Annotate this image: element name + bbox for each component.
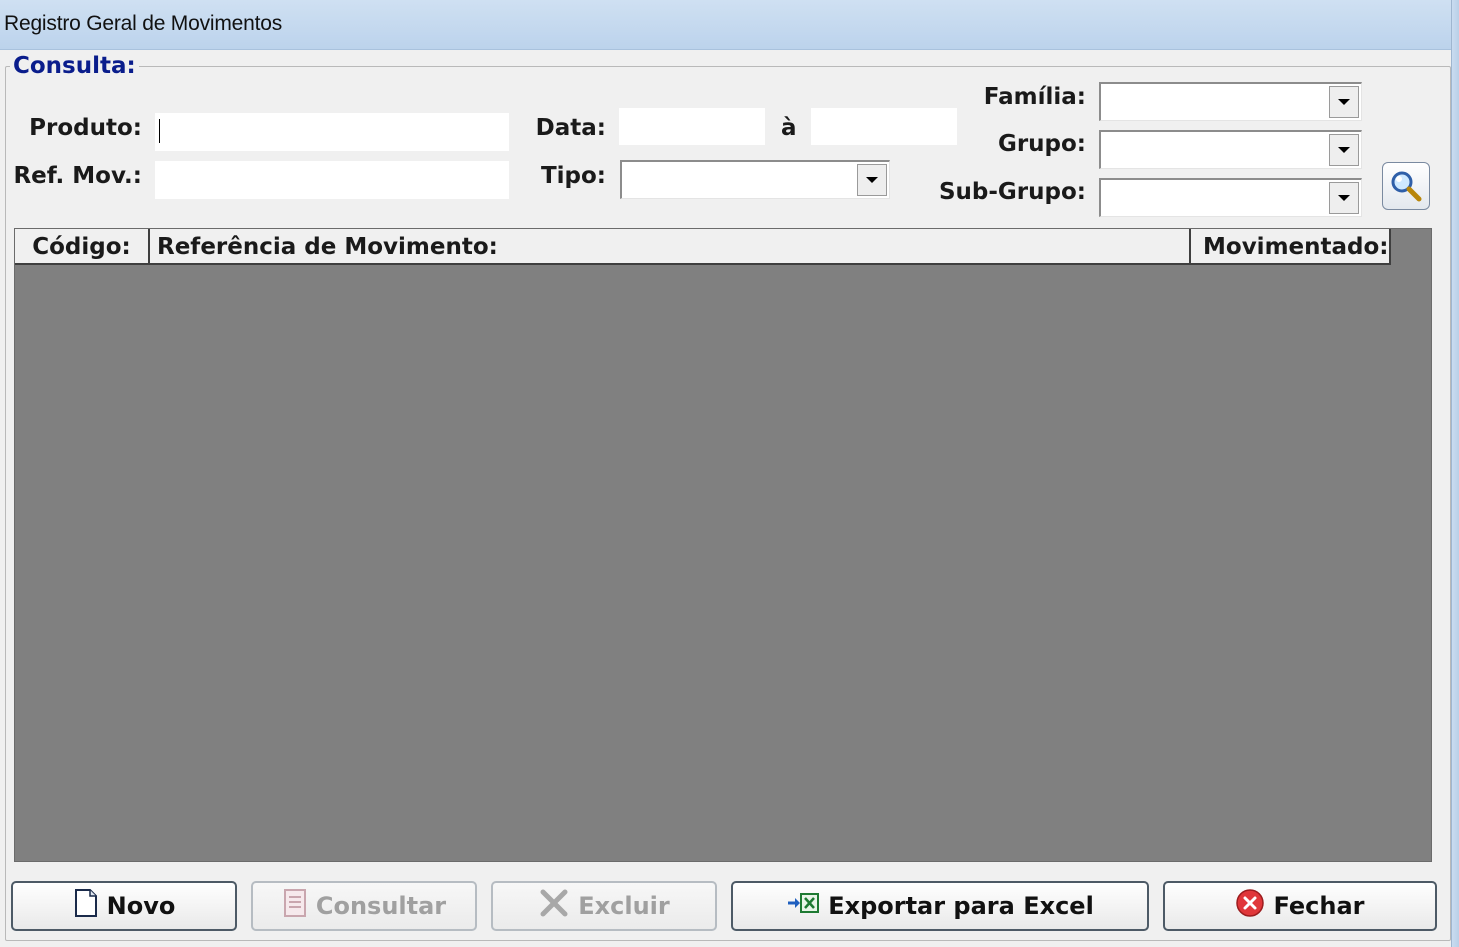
data-from-input[interactable] — [619, 108, 765, 145]
delete-x-icon — [538, 887, 570, 925]
consulta-legend: Consulta: — [10, 53, 139, 79]
close-icon — [1235, 888, 1265, 924]
fechar-button[interactable]: Fechar — [1163, 881, 1437, 931]
data-label: Data: — [535, 115, 606, 141]
novo-label: Novo — [106, 892, 176, 920]
data-to-input[interactable] — [811, 108, 957, 145]
magnifier-icon — [1391, 171, 1422, 202]
ref-mov-label: Ref. Mov.: — [13, 163, 142, 189]
ref-mov-input[interactable] — [155, 161, 509, 199]
fechar-label: Fechar — [1273, 892, 1365, 920]
tipo-label: Tipo: — [540, 163, 606, 189]
exportar-excel-button[interactable]: Exportar para Excel — [731, 881, 1149, 931]
search-button[interactable] — [1382, 162, 1430, 210]
window-right-border — [1451, 0, 1459, 947]
chevron-down-icon[interactable] — [1329, 134, 1359, 166]
grupo-label: Grupo: — [997, 131, 1086, 157]
consultar-label: Consultar — [315, 892, 447, 920]
column-header-movimentado[interactable]: Movimentado: — [1191, 229, 1391, 263]
familia-select[interactable] — [1099, 82, 1362, 121]
consultar-button[interactable]: Consultar — [251, 881, 477, 931]
chevron-down-icon[interactable] — [1329, 182, 1359, 214]
subgrupo-select[interactable] — [1099, 178, 1362, 217]
window-titlebar: Registro Geral de Movimentos — [0, 0, 1459, 50]
chevron-down-icon[interactable] — [1329, 86, 1359, 118]
produto-label: Produto: — [29, 115, 142, 141]
document-list-icon — [282, 888, 308, 924]
excluir-button[interactable]: Excluir — [491, 881, 717, 931]
window-title: Registro Geral de Movimentos — [4, 12, 283, 35]
data-range-separator: à — [781, 115, 797, 141]
grupo-select[interactable] — [1099, 130, 1362, 169]
grid-header: Código: Referência de Movimento: Movimen… — [15, 229, 1391, 265]
movements-grid[interactable] — [14, 228, 1432, 862]
new-document-icon — [73, 888, 99, 924]
tipo-select[interactable] — [620, 160, 890, 199]
excel-export-icon — [786, 891, 820, 921]
column-header-referencia[interactable]: Referência de Movimento: — [150, 229, 1191, 263]
subgrupo-label: Sub-Grupo: — [938, 179, 1086, 205]
novo-button[interactable]: Novo — [11, 881, 237, 931]
chevron-down-icon[interactable] — [857, 164, 887, 196]
produto-input[interactable] — [155, 113, 509, 151]
familia-label: Família: — [983, 84, 1086, 110]
text-caret — [159, 119, 160, 143]
excluir-label: Excluir — [578, 892, 670, 920]
exportar-label: Exportar para Excel — [828, 892, 1094, 920]
column-header-codigo[interactable]: Código: — [15, 229, 150, 263]
